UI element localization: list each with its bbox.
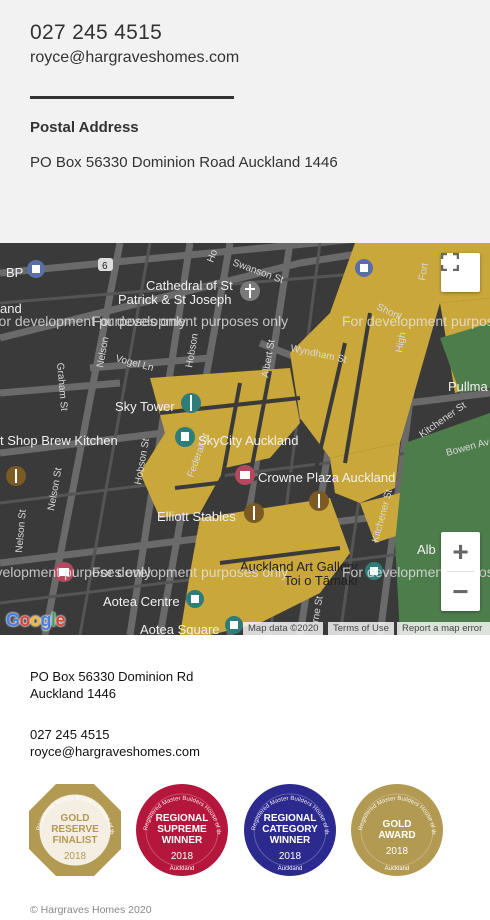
dev-watermark: For development purposes only xyxy=(92,313,288,329)
badge-title-line: CATEGORY xyxy=(262,824,318,835)
poi-label-skycity: SkyCity Auckland xyxy=(198,433,298,448)
poi-pin-aotea-square-icon[interactable] xyxy=(225,616,243,634)
badge-title-line: GOLD xyxy=(61,813,90,824)
poi-label-cathedral-1: Cathedral of St xyxy=(146,278,233,293)
map-canvas[interactable]: Swanson St Ho Nelson Hobson Graham St Vo… xyxy=(0,243,490,635)
award-badge: Registered Master Builders House of the … xyxy=(348,779,444,877)
postal-address-label: Postal Address xyxy=(30,119,139,136)
fullscreen-icon xyxy=(441,253,459,271)
map-data-attribution: Map data ©2020 xyxy=(243,622,324,635)
poi-pin-restaurant-2-icon[interactable] xyxy=(6,466,26,486)
poi-label-pullma: Pullma xyxy=(448,379,489,394)
poi-pin-sky-tower-icon[interactable] xyxy=(181,393,201,413)
contact-section: 027 245 4515 royce@hargraveshomes.com Po… xyxy=(0,0,490,243)
poi-pin-restaurant-1-icon[interactable] xyxy=(309,491,329,511)
footer-email[interactable]: royce@hargraveshomes.com xyxy=(30,744,200,759)
footer-address-line1: PO Box 56330 Dominion Rd xyxy=(30,669,194,684)
poi-label-sky-tower: Sky Tower xyxy=(115,399,175,414)
contact-phone[interactable]: 027 245 4515 xyxy=(30,21,162,45)
badge-title-line: WINNER xyxy=(270,835,311,846)
poi-label-crowne: Crowne Plaza Auckland xyxy=(258,470,395,485)
badge-year: 2018 xyxy=(279,851,302,862)
footer-address-line2: Auckland 1446 xyxy=(30,686,117,701)
dev-watermark: For development purposes only xyxy=(92,564,288,580)
poi-label-bp: BP xyxy=(6,265,23,280)
badge-region: Auckland xyxy=(170,866,195,872)
contact-email[interactable]: royce@hargraveshomes.com xyxy=(30,49,239,67)
badge-title-line: FINALIST xyxy=(53,835,98,846)
badge-year: 2018 xyxy=(386,846,409,857)
badge-title-line: REGIONAL xyxy=(264,813,317,824)
badge-title-line: AWARD xyxy=(378,830,415,841)
report-error-link[interactable]: Report a map error xyxy=(397,622,490,635)
footer-phone[interactable]: 027 245 4515 xyxy=(30,727,110,742)
zoom-controls: + − xyxy=(441,532,480,611)
poi-pin-aotea-icon[interactable] xyxy=(186,590,204,608)
badge-region: Auckland xyxy=(278,866,303,872)
badge-year: 2018 xyxy=(171,851,194,862)
map-embed[interactable]: Swanson St Ho Nelson Hobson Graham St Vo… xyxy=(0,243,490,635)
badge-year: 2018 xyxy=(64,851,87,862)
badge-title-line: REGIONAL xyxy=(156,813,209,824)
poi-pin-elliott-icon[interactable] xyxy=(244,503,264,523)
terms-link[interactable]: Terms of Use xyxy=(328,622,394,635)
poi-pin-cathedral-icon[interactable] xyxy=(240,281,260,301)
dev-watermark: For development purposes only xyxy=(342,313,490,329)
poi-label-aotea-centre: Aotea Centre xyxy=(103,594,180,609)
badge-title-line: GOLD xyxy=(383,819,412,830)
poi-label-cathedral-2: Patrick & St Joseph xyxy=(118,292,231,307)
route-number: 6 xyxy=(102,261,108,272)
postal-address: PO Box 56330 Dominion Road Auckland 1446 xyxy=(30,154,338,171)
poi-pin-skycity-icon[interactable] xyxy=(175,427,195,447)
poi-label-aotea-square: Aotea Square xyxy=(140,622,220,635)
badge-region: Auckland xyxy=(385,866,410,872)
poi-pin-ticket-icon[interactable] xyxy=(355,259,373,277)
fullscreen-button[interactable] xyxy=(441,253,480,292)
poi-pin-crowne-icon[interactable] xyxy=(235,465,255,485)
poi-label-brew-kitchen: t Shop Brew Kitchen xyxy=(0,433,118,448)
award-badge: Registered Master Builders House of the … xyxy=(241,779,337,877)
award-badge: Registered Master Builders House of the … xyxy=(133,779,229,877)
poi-label-elliott: Elliott Stables xyxy=(157,509,236,524)
badge-title-line: SUPREME xyxy=(157,824,207,835)
poi-pin-bp-icon[interactable] xyxy=(27,260,45,278)
poi-label-alb: Alb xyxy=(417,542,436,557)
divider xyxy=(30,96,234,99)
zoom-in-button[interactable]: + xyxy=(441,532,480,571)
copyright: © Hargraves Homes 2020 xyxy=(30,904,152,916)
google-logo[interactable]: Google xyxy=(6,610,66,631)
badge-title-line: RESERVE xyxy=(51,824,99,835)
zoom-out-button[interactable]: − xyxy=(441,572,480,611)
badge-title-line: WINNER xyxy=(162,835,203,846)
award-badge: Registered Master Builders House of the … xyxy=(26,779,122,877)
